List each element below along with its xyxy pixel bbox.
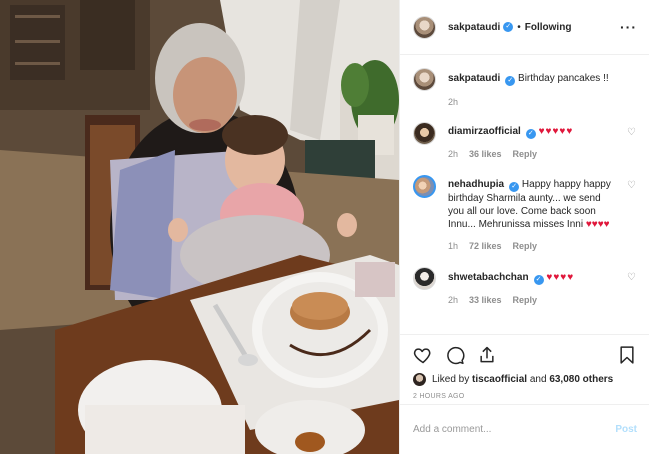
comment-likes[interactable]: 36 likes [469,148,502,161]
reply-button[interactable]: Reply [513,240,538,253]
author-avatar[interactable] [413,15,436,39]
following-button[interactable]: Following [525,22,572,33]
liker-username[interactable]: tiscaofficial [472,374,527,385]
comment-item: shwetabachchan ✓ ♥♥♥♥ 2h 33 likes Reply ♡ [413,267,637,307]
likes-count[interactable]: 63,080 others [549,374,613,385]
bookmark-icon[interactable] [617,345,637,365]
verified-badge-icon: ✓ [525,129,536,139]
post-comment-button[interactable]: Post [615,424,637,435]
more-options-icon[interactable]: ··· [620,19,637,35]
comment-time[interactable]: 2h [448,148,458,161]
comment-item: diamirzaofficial ✓ ♥♥♥♥♥ 2h 36 likes Repl… [413,122,637,161]
comment-likes[interactable]: 72 likes [469,240,502,253]
caption-meta: 2h [448,96,637,109]
comment-bubble-icon[interactable] [445,345,465,365]
comment-time[interactable]: 2h [448,294,458,307]
commenter-username[interactable]: diamirzaofficial [448,126,521,137]
like-comment-heart-icon[interactable]: ♡ [627,127,637,161]
post-photo[interactable] [0,0,399,454]
comments-section: sakpataudi ✓ Birthday pancakes !! 2h diam… [400,56,649,334]
post-actions-area: Liked by tiscaofficial and 63,080 others… [400,334,649,400]
reply-button[interactable]: Reply [513,148,538,161]
comment-body: diamirzaofficial ✓ ♥♥♥♥♥ 2h 36 likes Repl… [448,122,619,161]
post-side-panel: sakpataudi ✓ • Following ··· sakpataudi ✓… [399,0,649,454]
separator-dot: • [517,21,521,33]
verified-badge-icon: ✓ [533,275,544,285]
caption-avatar[interactable] [413,68,436,91]
add-comment-input[interactable]: Add a comment... [413,424,615,435]
commenter-avatar[interactable] [413,267,436,290]
verified-badge-icon: ✓ [509,182,520,192]
comment-text: ♥♥♥♥♥ [538,126,574,137]
comment-meta: 2h 33 likes Reply [448,294,619,307]
liked-by-prefix: Liked by [432,374,470,385]
liked-by-and: and [529,374,547,385]
comment-body: shwetabachchan ✓ ♥♥♥♥ 2h 33 likes Reply [448,267,619,307]
add-comment-bar: Add a comment... Post [400,404,649,454]
like-comment-heart-icon[interactable]: ♡ [627,180,637,253]
caption-username[interactable]: sakpataudi [448,73,500,84]
comment-item: nehadhupia ✓ Happy happy happy birthday S… [413,175,637,253]
likes-summary: Liked by tiscaofficial and 63,080 others [413,373,637,386]
liker-avatar[interactable] [413,373,426,386]
comment-meta: 2h 36 likes Reply [448,148,619,161]
caption: sakpataudi ✓ Birthday pancakes !! 2h [413,68,637,109]
action-bar [413,344,637,366]
author-username[interactable]: sakpataudi [448,22,500,33]
comment-time[interactable]: 1h [448,240,458,253]
comment-body: nehadhupia ✓ Happy happy happy birthday S… [448,175,619,253]
reply-button[interactable]: Reply [513,294,538,307]
comment-meta: 1h 72 likes Reply [448,240,619,253]
caption-body: sakpataudi ✓ Birthday pancakes !! 2h [448,68,637,109]
author-info: sakpataudi ✓ • Following [448,22,571,33]
commenter-avatar[interactable] [413,175,436,198]
verified-badge-icon: ✓ [503,22,514,32]
comment-text: ♥♥♥♥ [546,272,575,283]
commenter-username[interactable]: nehadhupia [448,179,504,190]
comment-likes[interactable]: 33 likes [469,294,502,307]
post-timestamp[interactable]: 2 HOURS AGO [413,393,637,400]
like-comment-heart-icon[interactable]: ♡ [627,272,637,307]
commenter-username[interactable]: shwetabachchan [448,272,529,283]
share-icon[interactable] [477,345,497,365]
caption-time[interactable]: 2h [448,96,458,109]
verified-badge-icon: ✓ [505,76,516,86]
caption-text: Birthday pancakes !! [518,73,609,84]
post-header: sakpataudi ✓ • Following ··· [400,0,649,55]
commenter-avatar[interactable] [413,122,436,145]
like-heart-icon[interactable] [413,345,433,365]
